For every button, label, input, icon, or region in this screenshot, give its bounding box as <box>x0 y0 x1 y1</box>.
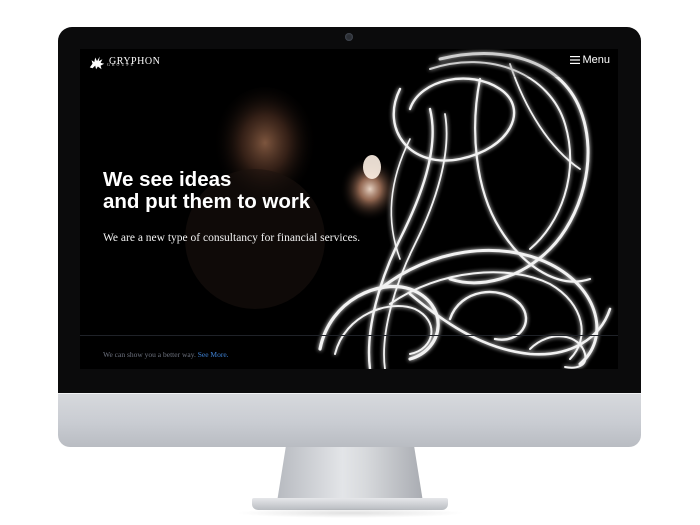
footer-callout: We can show you a better way. See More. <box>103 350 229 359</box>
see-more-link[interactable]: See More. <box>198 350 229 359</box>
headline-line-1: We see ideas <box>103 168 232 191</box>
screen: GRYPHON GROUPE Menu We see ideas and put… <box>80 49 618 369</box>
hamburger-icon <box>570 56 581 64</box>
webcam <box>345 33 353 41</box>
headline-line-2: and put them to work <box>103 190 311 213</box>
hero-headline: We see ideas and put them to work <box>103 169 363 213</box>
hero-subheadline: We are a new type of consultancy for fin… <box>103 232 361 244</box>
brand-subtitle: GROUPE <box>107 62 136 67</box>
menu-label: Menu <box>582 54 610 66</box>
monitor: GRYPHON GROUPE Menu We see ideas and put… <box>58 27 641 447</box>
monitor-stand <box>277 447 423 502</box>
monitor-bezel: GRYPHON GROUPE Menu We see ideas and put… <box>58 27 641 393</box>
footer-divider <box>80 335 618 336</box>
stand-shadow <box>235 508 465 518</box>
monitor-chin <box>58 393 641 447</box>
footer-text: We can show you a better way. <box>103 350 196 359</box>
menu-button[interactable]: Menu <box>570 54 610 66</box>
gryphon-icon <box>89 56 105 70</box>
